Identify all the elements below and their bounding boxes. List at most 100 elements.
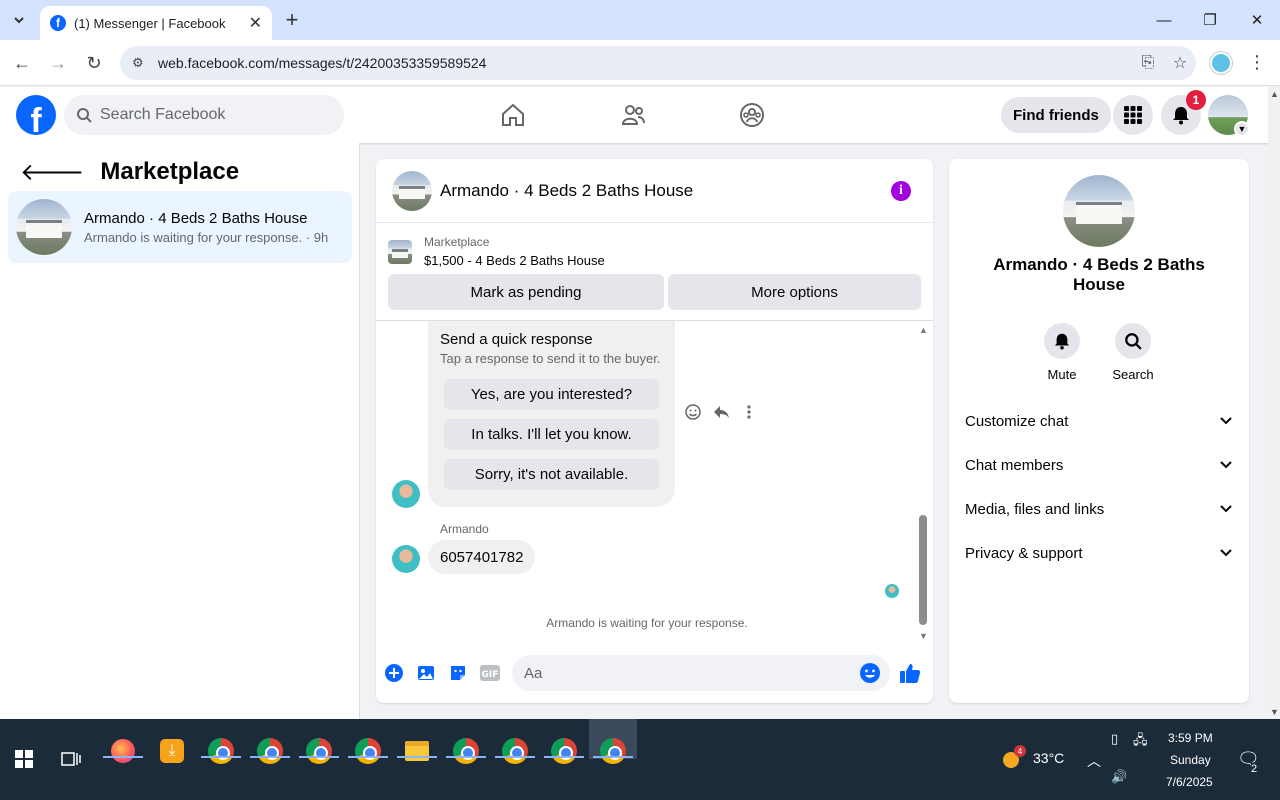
restore-icon[interactable]: ❐ — [1187, 0, 1233, 40]
home-icon[interactable] — [497, 99, 529, 131]
chrome-icon[interactable] — [252, 733, 288, 769]
customize-chat-section[interactable]: Customize chat — [957, 399, 1241, 443]
reply-icon[interactable] — [712, 403, 730, 426]
device-icon[interactable]: ▯ — [1111, 731, 1118, 747]
conversation-item[interactable]: Armando · 4 Beds 2 Baths House Armando i… — [8, 191, 352, 263]
info-icon[interactable]: i — [891, 181, 911, 201]
facebook-logo-icon[interactable]: f — [16, 95, 56, 135]
quick-reply-button[interactable]: In talks. I'll let you know. — [444, 419, 659, 450]
gif-icon[interactable]: GIF — [478, 661, 502, 685]
find-friends-button[interactable]: Find friends — [1001, 97, 1111, 133]
show-hidden-icons-icon[interactable]: ︿ — [1087, 751, 1101, 771]
bookmark-star-icon[interactable]: ☆ — [1164, 53, 1196, 73]
chat-info-avatar — [1063, 175, 1135, 247]
install-app-icon[interactable]: ⎘ — [1132, 54, 1164, 72]
reload-icon[interactable]: ↻ — [81, 50, 107, 76]
weather-temp: 33°C — [1033, 750, 1065, 766]
task-view-icon[interactable] — [53, 741, 89, 777]
chrome-icon[interactable] — [448, 733, 484, 769]
search-icon — [77, 108, 92, 123]
active-indicator — [593, 756, 633, 758]
mute-button[interactable]: Mute — [1032, 323, 1092, 382]
section-label: Privacy & support — [965, 544, 1083, 562]
message-composer: GIF — [376, 655, 933, 691]
volume-icon[interactable]: 🔊 — [1111, 769, 1127, 785]
mark-as-pending-button[interactable]: Mark as pending — [388, 274, 664, 310]
weather-widget[interactable]: 4 33°C — [1001, 745, 1065, 768]
quick-response-bubble: Send a quick response Tap a response to … — [428, 321, 675, 507]
chrome-icon[interactable] — [350, 733, 386, 769]
sender-name: Armando — [440, 522, 489, 536]
clock-time[interactable]: 3:59 PM — [1168, 731, 1213, 745]
forward-arrow-icon[interactable]: → — [45, 50, 71, 76]
back-arrow-icon[interactable]: 🡐 — [20, 157, 84, 187]
listing-summary[interactable]: Marketplace $1,500 - 4 Beds 2 Baths Hous… — [388, 235, 605, 268]
chrome-icon[interactable] — [203, 733, 239, 769]
scroll-up-icon[interactable]: ▲ — [919, 325, 928, 335]
scroll-down-icon[interactable]: ▼ — [919, 631, 928, 641]
quick-reply-button[interactable]: Yes, are you interested? — [444, 379, 659, 410]
listing-title: $1,500 - 4 Beds 2 Baths House — [424, 253, 605, 268]
sender-avatar[interactable] — [392, 545, 420, 573]
chevron-down-icon: ▼ — [1234, 121, 1250, 137]
message-input[interactable] — [512, 655, 890, 691]
chat-members-section[interactable]: Chat members — [957, 443, 1241, 487]
facebook-search-input[interactable] — [100, 106, 320, 124]
friends-icon[interactable] — [617, 99, 649, 131]
page-scrollbar[interactable]: ▲ ▼ — [1268, 87, 1280, 719]
account-avatar[interactable]: ▼ — [1208, 95, 1250, 137]
quick-response-title: Send a quick response — [440, 331, 593, 348]
thumbs-up-icon[interactable] — [898, 661, 922, 685]
waiting-status: Armando is waiting for your response. — [546, 616, 748, 630]
windows-start-icon[interactable] — [6, 741, 42, 777]
chrome-icon[interactable] — [497, 733, 533, 769]
downloader-icon[interactable]: ⤓ — [154, 733, 190, 769]
tab-search-icon[interactable] — [6, 7, 32, 33]
plus-circle-icon[interactable] — [382, 661, 406, 685]
chat-scrollbar[interactable]: ▲ ▼ — [917, 325, 929, 641]
site-settings-icon[interactable]: ⚙ — [132, 55, 150, 71]
chat-avatar[interactable] — [392, 170, 432, 211]
url-bar[interactable]: ⚙ web.facebook.com/messages/t/2420035335… — [120, 46, 1196, 80]
media-files-links-section[interactable]: Media, files and links — [957, 487, 1241, 531]
file-explorer-icon[interactable] — [399, 733, 435, 769]
chrome-icon[interactable] — [595, 733, 631, 769]
clock-date[interactable]: 7/6/2025 — [1166, 775, 1213, 789]
chevron-down-icon — [1220, 549, 1232, 557]
minimize-icon[interactable]: — — [1141, 0, 1187, 40]
tab-close-icon[interactable]: ✕ — [249, 13, 262, 33]
sender-avatar[interactable] — [392, 480, 420, 508]
chrome-icon[interactable] — [301, 733, 337, 769]
chrome-icon[interactable] — [546, 733, 582, 769]
menu-grid-icon[interactable] — [1113, 95, 1153, 135]
browser-menu-icon[interactable]: ⋮ — [1248, 52, 1266, 73]
scroll-thumb[interactable] — [919, 515, 927, 625]
windows-taskbar: ⤓ 4 33°C ︿ ▯ 🖧 🔊 3:59 PM Sunday 7/6/2025… — [0, 719, 1280, 800]
quick-reply-button[interactable]: Sorry, it's not available. — [444, 459, 659, 490]
window-close-icon[interactable]: ✕ — [1234, 0, 1280, 40]
search-icon — [1115, 323, 1151, 359]
clock-day[interactable]: Sunday — [1170, 753, 1211, 767]
facebook-search-box[interactable] — [64, 95, 344, 135]
chat-header-name[interactable]: Armando · 4 Beds 2 Baths House — [440, 181, 693, 201]
sticker-icon[interactable] — [446, 661, 470, 685]
firefox-icon[interactable] — [105, 733, 141, 769]
more-vertical-icon[interactable] — [740, 403, 758, 426]
action-center-count: 2 — [1251, 763, 1258, 775]
groups-icon[interactable] — [736, 99, 768, 131]
emoji-icon[interactable] — [858, 661, 882, 685]
active-indicator — [299, 756, 339, 758]
scroll-down-icon[interactable]: ▼ — [1270, 707, 1279, 717]
message-bubble[interactable]: 6057401782 — [428, 540, 536, 574]
react-emoji-icon[interactable] — [684, 403, 702, 426]
back-arrow-icon[interactable]: ← — [9, 50, 35, 76]
browser-profile-avatar[interactable] — [1210, 52, 1232, 74]
scroll-up-icon[interactable]: ▲ — [1270, 89, 1279, 99]
search-in-chat-button[interactable]: Search — [1103, 323, 1163, 382]
photo-icon[interactable] — [414, 661, 438, 685]
new-tab-button[interactable]: + — [280, 7, 304, 32]
network-icon[interactable]: 🖧 — [1133, 731, 1148, 753]
privacy-support-section[interactable]: Privacy & support — [957, 531, 1241, 575]
browser-tab-messenger[interactable]: f (1) Messenger | Facebook ✕ — [40, 6, 272, 40]
more-options-button[interactable]: More options — [668, 274, 921, 310]
